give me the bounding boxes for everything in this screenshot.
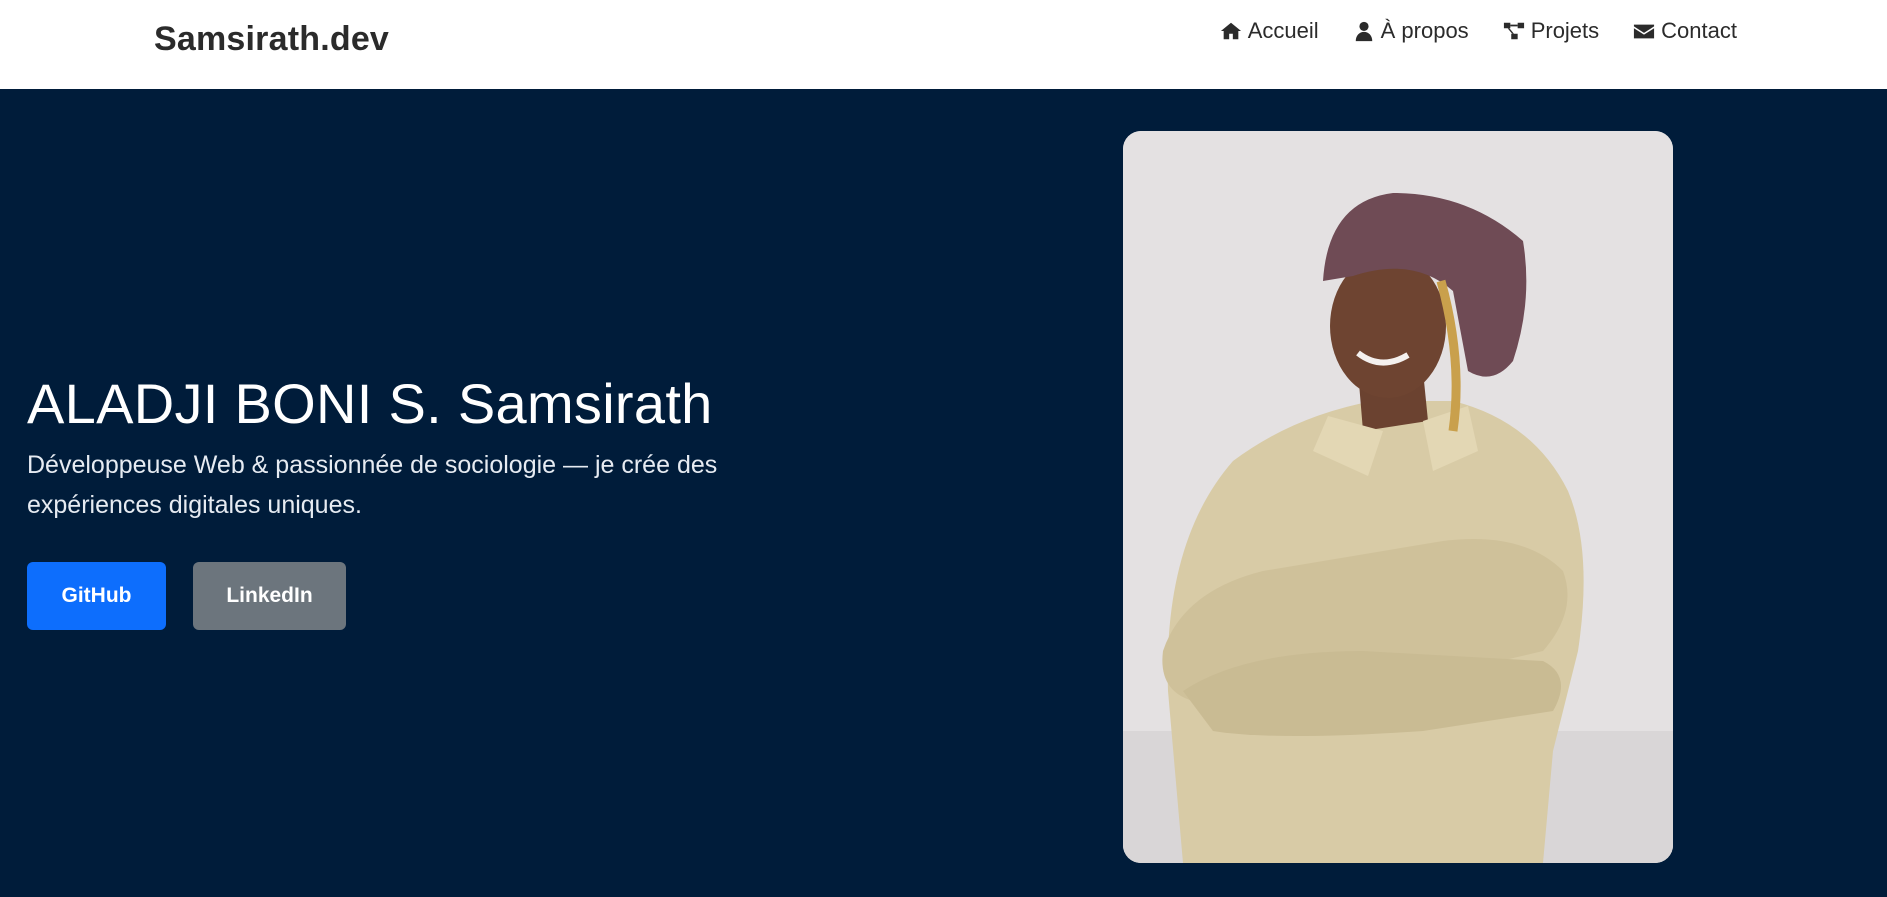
nav-link-label: À propos bbox=[1380, 18, 1469, 43]
user-icon bbox=[1355, 21, 1372, 42]
navbar: Samsirath.dev Accueil À propos Projets C… bbox=[0, 0, 1887, 89]
nav-link-contact[interactable]: Contact bbox=[1633, 18, 1737, 44]
envelope-icon bbox=[1634, 24, 1655, 39]
nav-link-label: Contact bbox=[1661, 18, 1737, 43]
portrait-illustration bbox=[1123, 131, 1673, 863]
nav-link-projets[interactable]: Projets bbox=[1503, 18, 1599, 44]
nav-link-label: Projets bbox=[1530, 18, 1600, 43]
hero-section: ALADJI BONI S. Samsirath Développeuse We… bbox=[0, 89, 1887, 897]
project-diagram-icon bbox=[1503, 22, 1524, 40]
home-icon bbox=[1220, 22, 1241, 40]
hero-subtitle: Développeuse Web & passionnée de sociolo… bbox=[27, 451, 718, 519]
nav-link-a-propos[interactable]: À propos bbox=[1353, 18, 1469, 44]
portrait-photo bbox=[1123, 131, 1673, 863]
hero-title: ALADJI BONI S. Samsirath bbox=[27, 372, 713, 435]
nav-link-label: Accueil bbox=[1247, 18, 1319, 43]
nav-link-accueil[interactable]: Accueil bbox=[1220, 18, 1319, 44]
brand-logo[interactable]: Samsirath.dev bbox=[154, 20, 389, 59]
linkedin-button[interactable]: LinkedIn bbox=[193, 562, 346, 630]
github-button[interactable]: GitHub bbox=[27, 562, 166, 630]
nav-links: Accueil À propos Projets Contact bbox=[1220, 18, 1737, 44]
